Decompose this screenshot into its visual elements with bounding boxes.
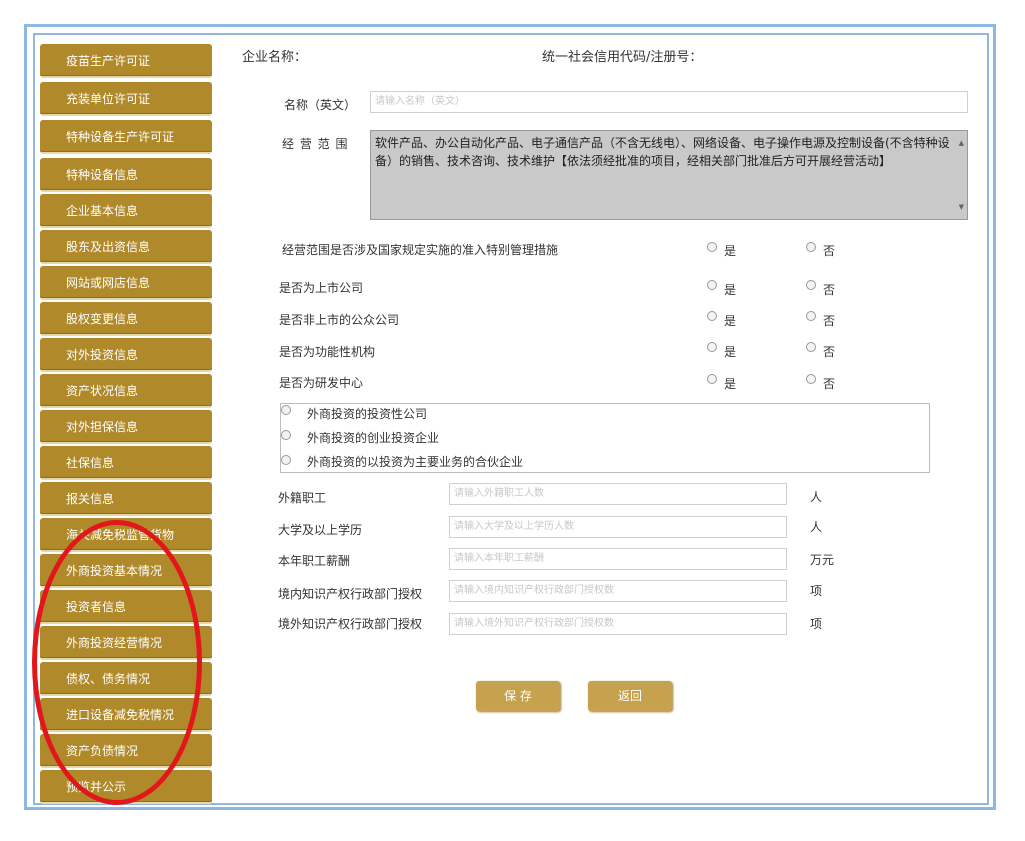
foreign-staff-input[interactable]: 请输入外籍职工人数 bbox=[449, 483, 787, 505]
partnership-label: 外商投资的以投资为主要业务的合伙企业 bbox=[307, 455, 524, 469]
scope-label: 经 营 范 围 bbox=[282, 137, 349, 151]
sidebar-item-equity-change[interactable]: 股权变更信息 bbox=[40, 302, 212, 336]
radio-yes-label: 是 bbox=[724, 314, 737, 328]
radio-yes[interactable] bbox=[707, 311, 717, 321]
salary-input[interactable]: 请输入本年职工薪酬 bbox=[449, 548, 787, 570]
radio-no-label: 否 bbox=[823, 377, 836, 391]
scope-textarea[interactable]: 软件产品、办公自动化产品、电子通信产品（不含无线电）、网络设备、电子操作电源及控… bbox=[370, 130, 968, 220]
sidebar-item-social-security[interactable]: 社保信息 bbox=[40, 446, 212, 480]
sidebar-item-assets[interactable]: 资产状况信息 bbox=[40, 374, 212, 408]
salary-label: 本年职工薪酬 bbox=[278, 554, 351, 568]
radio-no[interactable] bbox=[806, 374, 816, 384]
sidebar-item-special-equipment-license[interactable]: 特种设备生产许可证 bbox=[40, 120, 212, 154]
radio-venture-capital[interactable] bbox=[281, 430, 291, 440]
sidebar-item-vaccine-license[interactable]: 疫苗生产许可证 bbox=[40, 44, 212, 78]
sidebar-item-shareholders[interactable]: 股东及出资信息 bbox=[40, 230, 212, 264]
question-rd-center: 是否为研发中心 bbox=[279, 376, 364, 390]
back-button[interactable]: 返回 bbox=[588, 681, 672, 711]
radio-yes[interactable] bbox=[707, 242, 717, 252]
credit-code-label: 统一社会信用代码/注册号： bbox=[542, 50, 703, 65]
foreign-staff-unit: 人 bbox=[810, 490, 823, 504]
radio-yes-label: 是 bbox=[724, 377, 737, 391]
radio-yes[interactable] bbox=[707, 342, 717, 352]
radio-no[interactable] bbox=[806, 342, 816, 352]
salary-unit: 万元 bbox=[810, 553, 835, 567]
investment-company-label: 外商投资的投资性公司 bbox=[307, 407, 428, 421]
name-en-label: 名称（英文） bbox=[284, 98, 357, 112]
red-highlight-ellipse bbox=[32, 520, 202, 805]
college-staff-unit: 人 bbox=[810, 520, 823, 534]
radio-yes-label: 是 bbox=[724, 244, 737, 258]
foreign-ip-unit: 项 bbox=[810, 617, 823, 631]
foreign-staff-label: 外籍职工 bbox=[278, 491, 327, 505]
scroll-down-icon[interactable]: ▼ bbox=[959, 198, 964, 216]
radio-investment-company[interactable] bbox=[281, 405, 291, 415]
domestic-ip-input[interactable]: 请输入境内知识产权行政部门授权数 bbox=[449, 580, 787, 602]
radio-no[interactable] bbox=[806, 242, 816, 252]
foreign-ip-input[interactable]: 请输入境外知识产权行政部门授权数 bbox=[449, 613, 787, 635]
sidebar-item-outbound-investment[interactable]: 对外投资信息 bbox=[40, 338, 212, 372]
domestic-ip-label: 境内知识产权行政部门授权 bbox=[278, 587, 423, 601]
sidebar-item-filling-license[interactable]: 充装单位许可证 bbox=[40, 82, 212, 116]
radio-no[interactable] bbox=[806, 311, 816, 321]
radio-yes[interactable] bbox=[707, 374, 717, 384]
scope-text: 软件产品、办公自动化产品、电子通信产品（不含无线电）、网络设备、电子操作电源及控… bbox=[375, 136, 950, 168]
question-special-measures: 经营范围是否涉及国家规定实施的准入特别管理措施 bbox=[282, 243, 559, 257]
sidebar-item-basic-info[interactable]: 企业基本信息 bbox=[40, 194, 212, 228]
radio-yes-label: 是 bbox=[724, 345, 737, 359]
college-staff-input[interactable]: 请输入大学及以上学历人数 bbox=[449, 516, 787, 538]
radio-no-label: 否 bbox=[823, 345, 836, 359]
sidebar-item-guarantees[interactable]: 对外担保信息 bbox=[40, 410, 212, 444]
company-name-label: 企业名称： bbox=[242, 50, 308, 65]
question-public-company: 是否非上市的公众公司 bbox=[279, 313, 400, 327]
radio-no[interactable] bbox=[806, 280, 816, 290]
radio-no-label: 否 bbox=[823, 283, 836, 297]
question-listed-company: 是否为上市公司 bbox=[279, 281, 364, 295]
radio-no-label: 否 bbox=[823, 244, 836, 258]
scroll-up-icon[interactable]: ▲ bbox=[959, 134, 964, 152]
name-en-input[interactable]: 请输入名称（英文） bbox=[370, 91, 968, 113]
college-staff-label: 大学及以上学历 bbox=[278, 523, 363, 537]
foreign-ip-label: 境外知识产权行政部门授权 bbox=[278, 617, 423, 631]
sidebar-item-website[interactable]: 网站或网店信息 bbox=[40, 266, 212, 300]
radio-yes[interactable] bbox=[707, 280, 717, 290]
sidebar-item-special-equipment-info[interactable]: 特种设备信息 bbox=[40, 158, 212, 192]
sidebar-item-customs[interactable]: 报关信息 bbox=[40, 482, 212, 516]
radio-yes-label: 是 bbox=[724, 283, 737, 297]
domestic-ip-unit: 项 bbox=[810, 584, 823, 598]
radio-no-label: 否 bbox=[823, 314, 836, 328]
radio-partnership[interactable] bbox=[281, 455, 291, 465]
save-button[interactable]: 保 存 bbox=[476, 681, 560, 711]
question-functional-institution: 是否为功能性机构 bbox=[279, 345, 376, 359]
venture-capital-label: 外商投资的创业投资企业 bbox=[307, 431, 440, 445]
